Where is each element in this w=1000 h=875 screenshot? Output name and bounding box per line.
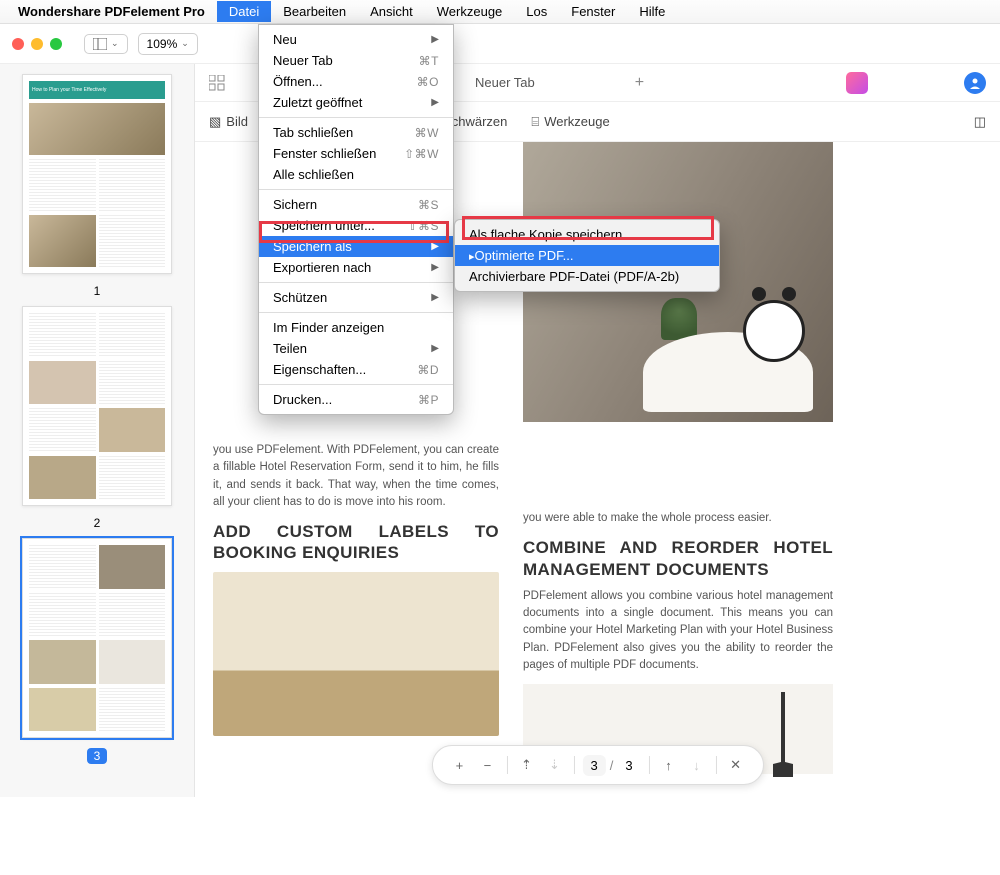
doc-right-p1: you were able to make the whole process … bbox=[523, 510, 833, 527]
thumb-label-3: 3 bbox=[87, 748, 108, 764]
menu-oeffnen[interactable]: Öffnen...⌘O bbox=[259, 71, 453, 92]
zoom-value: 109% bbox=[147, 37, 178, 51]
page-current-input[interactable]: 3 bbox=[582, 755, 605, 776]
menu-fenster[interactable]: Fenster bbox=[559, 1, 627, 22]
user-avatar[interactable] bbox=[964, 72, 986, 94]
page-nav-toolbar: + − ⇡ ⇣ 3 / 3 ↑ ↓ ✕ bbox=[431, 745, 763, 785]
submenu-flache-kopie[interactable]: Als flache Kopie speichern... bbox=[455, 224, 719, 245]
app-name: Wondershare PDFelement Pro bbox=[18, 4, 205, 19]
page-thumb-3[interactable] bbox=[22, 538, 172, 738]
menu-speichern-als[interactable]: Speichern als▶ bbox=[259, 236, 453, 257]
menu-zuletzt-geoeffnet[interactable]: Zuletzt geöffnet▶ bbox=[259, 92, 453, 113]
menu-werkzeuge[interactable]: Werkzeuge bbox=[425, 1, 515, 22]
menu-hilfe[interactable]: Hilfe bbox=[627, 1, 677, 22]
chevron-down-icon: ⌄ bbox=[111, 38, 119, 49]
close-window-button[interactable] bbox=[12, 38, 24, 50]
minimize-window-button[interactable] bbox=[31, 38, 43, 50]
menu-neuer-tab[interactable]: Neuer Tab⌘T bbox=[259, 50, 453, 71]
image-icon: ▧ bbox=[209, 114, 221, 130]
thumb-label-1: 1 bbox=[94, 284, 101, 298]
thumb1-image bbox=[29, 103, 165, 155]
chevron-down-icon: ⌄ bbox=[181, 38, 189, 49]
tool-werkzeuge[interactable]: ⌸Werkzeuge bbox=[531, 114, 609, 130]
fit-height-button[interactable]: ⇡ bbox=[513, 752, 539, 778]
page-thumb-2[interactable] bbox=[22, 306, 172, 506]
maximize-window-button[interactable] bbox=[50, 38, 62, 50]
traffic-lights bbox=[12, 38, 62, 50]
tool-panel-toggle[interactable]: ◫ bbox=[974, 114, 986, 130]
datei-dropdown: Neu▶ Neuer Tab⌘T Öffnen...⌘O Zuletzt geö… bbox=[258, 24, 454, 415]
user-icon bbox=[969, 77, 981, 89]
page-thumb-1[interactable]: How to Plan your Time Effectively bbox=[22, 74, 172, 274]
fit-width-button[interactable]: ⇣ bbox=[541, 752, 567, 778]
menu-los[interactable]: Los bbox=[514, 1, 559, 22]
menu-drucken[interactable]: Drucken...⌘P bbox=[259, 389, 453, 410]
thumb-label-2: 2 bbox=[94, 516, 101, 530]
toolbox-icon: ⌸ bbox=[531, 114, 539, 130]
zoom-in-button[interactable]: + bbox=[446, 752, 472, 778]
new-tab-plus[interactable]: + bbox=[635, 74, 644, 92]
menu-schuetzen[interactable]: Schützen▶ bbox=[259, 287, 453, 308]
doc-right-heading: COMBINE AND REORDER HOTEL MANAGEMENT DOC… bbox=[523, 537, 833, 580]
app-icon[interactable] bbox=[846, 72, 868, 94]
new-tab-label[interactable]: Neuer Tab bbox=[475, 75, 535, 90]
menu-ansicht[interactable]: Ansicht bbox=[358, 1, 425, 22]
menu-eigenschaften[interactable]: Eigenschaften...⌘D bbox=[259, 359, 453, 380]
thumbnails-sidebar: How to Plan your Time Effectively 1 2 3 bbox=[0, 64, 195, 797]
grid-icon[interactable] bbox=[209, 75, 225, 91]
menu-fenster-schliessen[interactable]: Fenster schließen⇧⌘W bbox=[259, 143, 453, 164]
sidebar-toggle-button[interactable]: ⌄ bbox=[84, 34, 128, 54]
doc-left-heading: ADD CUSTOM LABELS TO BOOKING ENQUIRIES bbox=[213, 521, 499, 564]
system-menubar: Wondershare PDFelement Pro Datei Bearbei… bbox=[0, 0, 1000, 24]
doc-right-p2: PDFelement allows you combine various ho… bbox=[523, 588, 833, 674]
window-toolbar: ⌄ 109% ⌄ bbox=[0, 24, 1000, 64]
menu-sichern[interactable]: Sichern⌘S bbox=[259, 194, 453, 215]
menu-bearbeiten[interactable]: Bearbeiten bbox=[271, 1, 358, 22]
page-total: 3 bbox=[617, 755, 640, 776]
submenu-optimierte-pdf[interactable]: ▸Optimierte PDF... bbox=[455, 245, 719, 266]
doc-left-image bbox=[213, 572, 499, 736]
thumb1-header: How to Plan your Time Effectively bbox=[29, 81, 165, 99]
next-page-button[interactable]: ↓ bbox=[684, 752, 710, 778]
menu-exportieren-nach[interactable]: Exportieren nach▶ bbox=[259, 257, 453, 278]
zoom-out-button[interactable]: − bbox=[474, 752, 500, 778]
menu-im-finder-anzeigen[interactable]: Im Finder anzeigen bbox=[259, 317, 453, 338]
sidebar-icon bbox=[93, 38, 107, 50]
menu-datei[interactable]: Datei bbox=[217, 1, 271, 22]
speichern-als-submenu: Als flache Kopie speichern... ▸Optimiert… bbox=[454, 219, 720, 292]
prev-page-button[interactable]: ↑ bbox=[656, 752, 682, 778]
menu-speichern-unter[interactable]: Speichern unter...⇧⌘S bbox=[259, 215, 453, 236]
menu-neu[interactable]: Neu▶ bbox=[259, 29, 453, 50]
zoom-dropdown[interactable]: 109% ⌄ bbox=[138, 33, 198, 55]
close-toolbar-button[interactable]: ✕ bbox=[723, 752, 749, 778]
page-separator: / bbox=[610, 758, 614, 773]
panel-icon: ◫ bbox=[974, 114, 986, 130]
doc-left-p1: you use PDFelement. With PDFelement, you… bbox=[213, 442, 499, 511]
menu-tab-schliessen[interactable]: Tab schließen⌘W bbox=[259, 122, 453, 143]
menu-alle-schliessen[interactable]: Alle schließen bbox=[259, 164, 453, 185]
tool-bild[interactable]: ▧Bild bbox=[209, 114, 248, 130]
submenu-archivierbare-pdf[interactable]: Archivierbare PDF-Datei (PDF/A-2b) bbox=[455, 266, 719, 287]
menu-teilen[interactable]: Teilen▶ bbox=[259, 338, 453, 359]
